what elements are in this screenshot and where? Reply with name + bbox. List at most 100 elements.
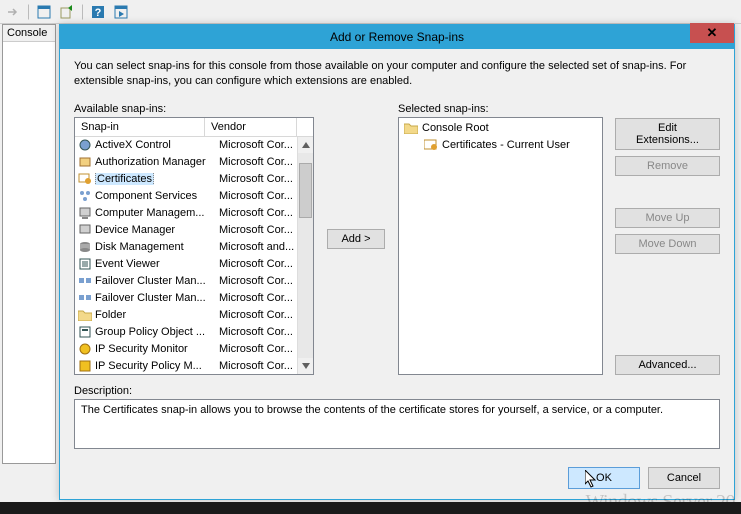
snapin-name: Event Viewer <box>95 258 219 270</box>
window-icon[interactable] <box>33 2 55 22</box>
snapin-vendor: Microsoft Cor... <box>219 258 297 270</box>
scroll-up-arrow-icon[interactable] <box>298 137 313 153</box>
svg-text:?: ? <box>95 7 102 19</box>
snapin-icon <box>77 222 93 238</box>
snapin-vendor: Microsoft Cor... <box>219 309 297 321</box>
snapin-name: Folder <box>95 309 219 321</box>
play-window-icon[interactable] <box>110 2 132 22</box>
available-snapin-row[interactable]: IP Security Policy M...Microsoft Cor... <box>75 358 297 374</box>
export-icon[interactable] <box>56 2 78 22</box>
snapin-icon <box>77 154 93 170</box>
snapin-vendor: Microsoft Cor... <box>219 275 297 287</box>
scrollbar[interactable] <box>297 137 313 374</box>
snapin-name: Component Services <box>95 190 219 202</box>
tree-child-item[interactable]: Certificates - Current User <box>401 137 600 154</box>
snapin-icon <box>77 273 93 289</box>
snapin-name: Computer Managem... <box>95 207 219 219</box>
description-label: Description: <box>74 385 720 397</box>
snapin-icon <box>77 358 93 374</box>
middle-column: Add > <box>326 103 386 375</box>
snapin-name: IP Security Policy M... <box>95 360 219 372</box>
right-button-column: Edit Extensions... Remove Move Up Move D… <box>615 118 720 375</box>
snapin-name: ActiveX Control <box>95 139 219 151</box>
snapin-icon <box>77 341 93 357</box>
column-vendor[interactable]: Vendor <box>205 118 297 136</box>
available-snapins-label: Available snap-ins: <box>74 103 314 115</box>
selected-column: Selected snap-ins: Console Root Certific… <box>398 103 603 375</box>
toolbar-separator <box>82 4 84 20</box>
toolbar-separator <box>28 4 30 20</box>
scroll-track[interactable] <box>298 153 313 358</box>
available-snapin-row[interactable]: Event ViewerMicrosoft Cor... <box>75 256 297 273</box>
advanced-button[interactable]: Advanced... <box>615 355 720 375</box>
snapin-vendor: Microsoft and... <box>219 241 297 253</box>
column-scroll-gap <box>297 118 313 136</box>
add-button[interactable]: Add > <box>327 229 385 249</box>
scroll-thumb[interactable] <box>299 163 312 218</box>
move-up-button[interactable]: Move Up <box>615 208 720 228</box>
available-snapin-row[interactable]: Component ServicesMicrosoft Cor... <box>75 188 297 205</box>
available-snapin-row[interactable]: Authorization ManagerMicrosoft Cor... <box>75 154 297 171</box>
snapin-vendor: Microsoft Cor... <box>219 190 297 202</box>
ok-button-label: OK <box>596 472 612 484</box>
snapin-name: Group Policy Object ... <box>95 326 219 338</box>
dialog-intro-text: You can select snap-ins for this console… <box>74 59 720 89</box>
snapin-icon <box>77 290 93 306</box>
snapin-vendor: Microsoft Cor... <box>219 360 297 372</box>
snapin-icon <box>77 324 93 340</box>
forward-arrow-icon[interactable] <box>2 2 24 22</box>
help-icon[interactable]: ? <box>87 2 109 22</box>
certificates-icon <box>423 137 439 153</box>
available-list-header[interactable]: Snap-in Vendor <box>75 118 313 137</box>
available-snapin-row[interactable]: FolderMicrosoft Cor... <box>75 307 297 324</box>
console-tree-header: Console <box>3 25 55 42</box>
dialog-title: Add or Remove Snap-ins <box>60 30 734 44</box>
available-snapin-row[interactable]: CertificatesMicrosoft Cor... <box>75 171 297 188</box>
taskbar[interactable] <box>0 502 741 514</box>
selected-snapins-label: Selected snap-ins: <box>398 103 603 115</box>
selected-snapins-tree[interactable]: Console Root Certificates - Current User <box>398 117 603 375</box>
tree-item-label: Console Root <box>422 122 489 134</box>
ok-button[interactable]: OK <box>568 467 640 489</box>
available-snapins-list[interactable]: Snap-in Vendor ActiveX ControlMicrosoft … <box>74 117 314 375</box>
column-snapin[interactable]: Snap-in <box>75 118 205 136</box>
cancel-button[interactable]: Cancel <box>648 467 720 489</box>
remove-button[interactable]: Remove <box>615 156 720 176</box>
snapin-icon <box>77 171 93 187</box>
snapin-name: Failover Cluster Man... <box>95 292 219 304</box>
available-snapin-row[interactable]: ActiveX ControlMicrosoft Cor... <box>75 137 297 154</box>
dialog-titlebar[interactable]: Add or Remove Snap-ins ✕ <box>60 25 734 49</box>
snapin-name: Authorization Manager <box>95 156 219 168</box>
main-toolbar: ? <box>0 0 741 24</box>
snapin-icon <box>77 137 93 153</box>
snapin-vendor: Microsoft Cor... <box>219 292 297 304</box>
move-down-button[interactable]: Move Down <box>615 234 720 254</box>
console-tree-panel: Console <box>2 24 56 464</box>
snapin-vendor: Microsoft Cor... <box>219 224 297 236</box>
available-snapin-row[interactable]: Device ManagerMicrosoft Cor... <box>75 222 297 239</box>
available-snapin-row[interactable]: IP Security MonitorMicrosoft Cor... <box>75 341 297 358</box>
snapin-icon <box>77 256 93 272</box>
available-snapin-row[interactable]: Computer Managem...Microsoft Cor... <box>75 205 297 222</box>
snapin-icon <box>77 239 93 255</box>
tree-item-label: Certificates - Current User <box>442 139 570 151</box>
snapin-name: Disk Management <box>95 241 219 253</box>
available-snapin-row[interactable]: Group Policy Object ...Microsoft Cor... <box>75 324 297 341</box>
available-snapin-row[interactable]: Failover Cluster Man...Microsoft Cor... <box>75 273 297 290</box>
scroll-down-arrow-icon[interactable] <box>298 358 313 374</box>
close-button[interactable]: ✕ <box>690 23 734 43</box>
snapin-vendor: Microsoft Cor... <box>219 173 297 185</box>
edit-extensions-button[interactable]: Edit Extensions... <box>615 118 720 150</box>
tree-root-item[interactable]: Console Root <box>401 120 600 137</box>
snapin-vendor: Microsoft Cor... <box>219 343 297 355</box>
snapin-vendor: Microsoft Cor... <box>219 139 297 151</box>
snapin-icon <box>77 188 93 204</box>
snapin-vendor: Microsoft Cor... <box>219 156 297 168</box>
available-snapin-row[interactable]: Failover Cluster Man...Microsoft Cor... <box>75 290 297 307</box>
snapin-name: Device Manager <box>95 224 219 236</box>
snapin-vendor: Microsoft Cor... <box>219 326 297 338</box>
snapin-icon <box>77 307 93 323</box>
available-snapin-row[interactable]: Disk ManagementMicrosoft and... <box>75 239 297 256</box>
snapin-vendor: Microsoft Cor... <box>219 207 297 219</box>
folder-icon <box>403 120 419 136</box>
